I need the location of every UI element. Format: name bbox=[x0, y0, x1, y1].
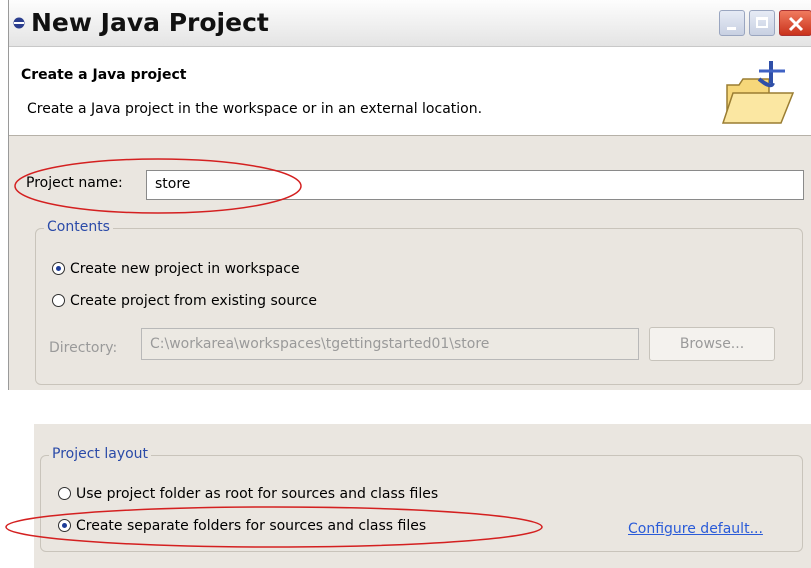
radio-button-unchecked[interactable] bbox=[52, 294, 65, 307]
radio-create-new-project[interactable]: Create new project in workspace bbox=[52, 261, 300, 277]
project-name-input[interactable]: store bbox=[146, 170, 804, 200]
project-layout-group-title: Project layout bbox=[49, 446, 152, 462]
maximize-button[interactable] bbox=[749, 10, 775, 36]
java-app-icon bbox=[13, 17, 25, 29]
project-name-label: Project name: bbox=[26, 175, 123, 191]
directory-input: C:\workarea\workspaces\tgettingstarted01… bbox=[141, 328, 639, 360]
wizard-header: Create a Java project Create a Java proj… bbox=[9, 47, 811, 136]
radio-button-checked[interactable] bbox=[58, 519, 71, 532]
radio-button-unchecked[interactable] bbox=[58, 487, 71, 500]
window-title: New Java Project bbox=[31, 8, 269, 37]
project-layout-group: Project layout bbox=[40, 446, 803, 552]
java-project-folder-icon bbox=[721, 61, 795, 124]
radio-label: Create new project in workspace bbox=[70, 261, 300, 277]
close-icon bbox=[788, 16, 804, 32]
radio-label: Create project from existing source bbox=[70, 293, 317, 309]
radio-separate-folders[interactable]: Create separate folders for sources and … bbox=[58, 518, 426, 534]
contents-group-title: Contents bbox=[44, 219, 113, 235]
radio-label: Use project folder as root for sources a… bbox=[76, 486, 439, 502]
radio-create-from-existing-source[interactable]: Create project from existing source bbox=[52, 293, 317, 309]
minimize-button[interactable] bbox=[719, 10, 745, 36]
radio-button-checked[interactable] bbox=[52, 262, 65, 275]
header-title: Create a Java project bbox=[21, 67, 187, 83]
close-button[interactable] bbox=[779, 10, 811, 36]
directory-label: Directory: bbox=[49, 340, 118, 356]
new-java-project-dialog: New Java Project Create a Java project C… bbox=[8, 0, 811, 390]
radio-project-folder-as-root[interactable]: Use project folder as root for sources a… bbox=[58, 486, 438, 502]
browse-button: Browse... bbox=[649, 327, 775, 361]
title-bar: New Java Project bbox=[9, 0, 811, 47]
header-description: Create a Java project in the workspace o… bbox=[27, 101, 483, 117]
configure-default-link[interactable]: Configure default... bbox=[628, 521, 763, 537]
radio-label: Create separate folders for sources and … bbox=[76, 518, 427, 534]
